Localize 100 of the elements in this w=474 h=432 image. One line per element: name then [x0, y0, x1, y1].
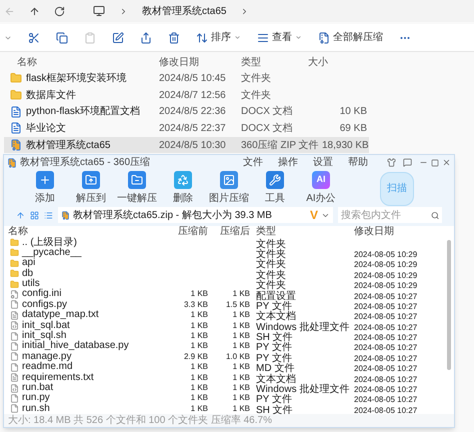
date-cell: 2024-08-05 10:27	[354, 395, 418, 404]
file-name[interactable]: init_sql.sh	[22, 331, 66, 342]
file-name[interactable]: requirements.txt	[22, 372, 94, 383]
date-cell: 2024-08-05 10:27	[354, 312, 418, 322]
sort-icon	[196, 32, 208, 44]
tool-button[interactable]: 解压到	[68, 171, 114, 206]
tool-button[interactable]: 一键解压	[114, 171, 160, 206]
sort-button[interactable]: 排序	[196, 30, 241, 45]
file-name[interactable]: config.ini	[22, 289, 62, 300]
file-name[interactable]: db	[22, 268, 34, 279]
type-cell: 文件夹	[256, 259, 286, 270]
scrollbar[interactable]	[447, 240, 451, 370]
share-button[interactable]	[140, 32, 152, 44]
type-cell: PY 文件	[256, 300, 292, 312]
size-cell: 1 KB	[232, 404, 250, 413]
type-cell-text: DOCX 文档	[240, 104, 294, 120]
copy-button[interactable]	[56, 32, 68, 44]
file-name[interactable]: run.bat	[22, 383, 54, 393]
size-cell: 1 KB	[232, 320, 250, 330]
file-row[interactable]: python-flask环境配置文档 2024/8/5 22:36 DOCX 文档 10 KB	[4, 103, 369, 120]
file-name[interactable]: run.sh	[22, 404, 50, 414]
date-cell: 2024-08-05 10:27	[354, 333, 418, 342]
tool-button[interactable]: 工具	[252, 171, 298, 206]
type-cell: SH 文件	[256, 332, 293, 344]
close-icon[interactable]	[442, 158, 451, 167]
file-name[interactable]: manage.py	[22, 352, 72, 362]
message-icon[interactable]	[403, 158, 412, 167]
column-header[interactable]: 修改日期	[350, 226, 430, 237]
search-field[interactable]: 搜索包内文件	[338, 207, 442, 224]
tool-button[interactable]: 添加	[22, 171, 68, 206]
lines-icon	[257, 32, 269, 44]
file-name[interactable]: run.py	[22, 393, 50, 404]
size-cell: 1 KB	[232, 393, 250, 402]
column-header[interactable]: 类型	[250, 226, 350, 237]
file-name[interactable]: configs.py	[22, 300, 68, 310]
delete-button[interactable]	[168, 32, 180, 44]
folder-icon	[10, 258, 19, 268]
file-row[interactable]: 毕业论文 2024/8/5 22:37 DOCX 文档 69 KB	[4, 120, 369, 137]
settings-file-icon	[10, 290, 19, 299]
skin-icon[interactable]	[387, 158, 396, 167]
type-cell: PY 文件	[256, 342, 292, 354]
file-name[interactable]: api	[22, 258, 36, 268]
grid-view-icon[interactable]	[30, 210, 39, 220]
date-cell: 2024-08-05 10:27	[354, 385, 418, 394]
column-header[interactable]: 修改日期	[150, 54, 232, 70]
file-row[interactable]: 教材管理系统cta65 2024/8/5 10:30 360压缩 ZIP 文件 18,930 KB	[4, 136, 369, 154]
column-header[interactable]: 压缩前	[164, 226, 208, 237]
column-header[interactable]: 名称	[4, 226, 164, 237]
tool-button[interactable]: 删除	[160, 171, 206, 206]
type-cell: 文件夹	[256, 238, 286, 250]
extract-button[interactable]: 全部解压缩	[318, 30, 383, 45]
file-row[interactable]: flask框架环境安装环境 2024/8/5 10:45 文件夹	[4, 70, 369, 87]
search-icon[interactable]	[430, 210, 439, 220]
date-cell: 2024-08-05 10:27	[354, 302, 418, 311]
menu-item[interactable]: 操作	[278, 155, 298, 170]
view-button[interactable]: 查看	[257, 30, 302, 45]
date-cell: 2024-08-05 10:27	[354, 406, 418, 415]
cut-button[interactable]	[28, 32, 40, 44]
column-header[interactable]: 名称	[0, 54, 150, 70]
date-cell: 2024-08-05 10:29	[354, 270, 418, 280]
document-icon	[10, 106, 22, 118]
file-icon	[10, 342, 19, 351]
size-cell: 1.5 KB	[226, 300, 250, 309]
file-name[interactable]: init_sql.bat	[22, 320, 70, 331]
size-cell: 2.9 KB	[184, 352, 208, 361]
file-row[interactable]: 数据库文件 2024/8/7 12:56 文件夹	[4, 86, 369, 104]
up-arrow-button[interactable]	[29, 6, 40, 16]
path-field[interactable]: 教材管理系统cta65.zip - 解包大小为 39.3 MB V	[58, 207, 333, 224]
image-icon	[223, 174, 235, 186]
menu-item[interactable]: 设置	[313, 155, 333, 170]
up-arrow-icon[interactable]	[16, 210, 25, 220]
caret-icon	[295, 34, 302, 41]
menu-item[interactable]: 帮助	[348, 155, 368, 170]
file-name[interactable]: .. (上级目录)	[22, 238, 77, 248]
file-name[interactable]: readme.md	[22, 362, 73, 372]
breadcrumb-item[interactable]: 教材管理系统cta65	[142, 4, 226, 18]
size-cell-text: 69 KB	[338, 122, 367, 136]
file-icon	[10, 404, 19, 414]
maximize-icon[interactable]	[431, 158, 439, 166]
rename-button[interactable]	[112, 32, 124, 44]
type-cell: 文件夹	[256, 270, 286, 281]
copy-icon	[56, 32, 68, 44]
column-header[interactable]: 类型	[232, 54, 299, 70]
column-header[interactable]: 压缩后	[208, 226, 250, 237]
tool-button[interactable]: AI AI办公	[298, 171, 344, 206]
file-name: flask框架环境安装环境	[26, 72, 127, 86]
column-header[interactable]: 大小	[299, 54, 359, 70]
size-cell: 3.3 KB	[184, 300, 208, 309]
script-file-icon	[10, 321, 19, 330]
archive-icon	[7, 158, 17, 168]
menu-item[interactable]: 文件	[243, 155, 263, 170]
file-name[interactable]: initial_hive_database.py	[22, 341, 129, 352]
archive-icon	[61, 210, 70, 220]
file-name[interactable]: utils	[22, 279, 40, 290]
size-cell: 1 KB	[232, 289, 250, 298]
refresh-button[interactable]	[54, 6, 65, 16]
file-name[interactable]: datatype_map.txt	[22, 310, 99, 320]
file-name[interactable]: __pycache__	[22, 248, 82, 258]
tool-button[interactable]: 图片压缩	[206, 171, 252, 206]
list-view-icon[interactable]	[44, 210, 53, 220]
